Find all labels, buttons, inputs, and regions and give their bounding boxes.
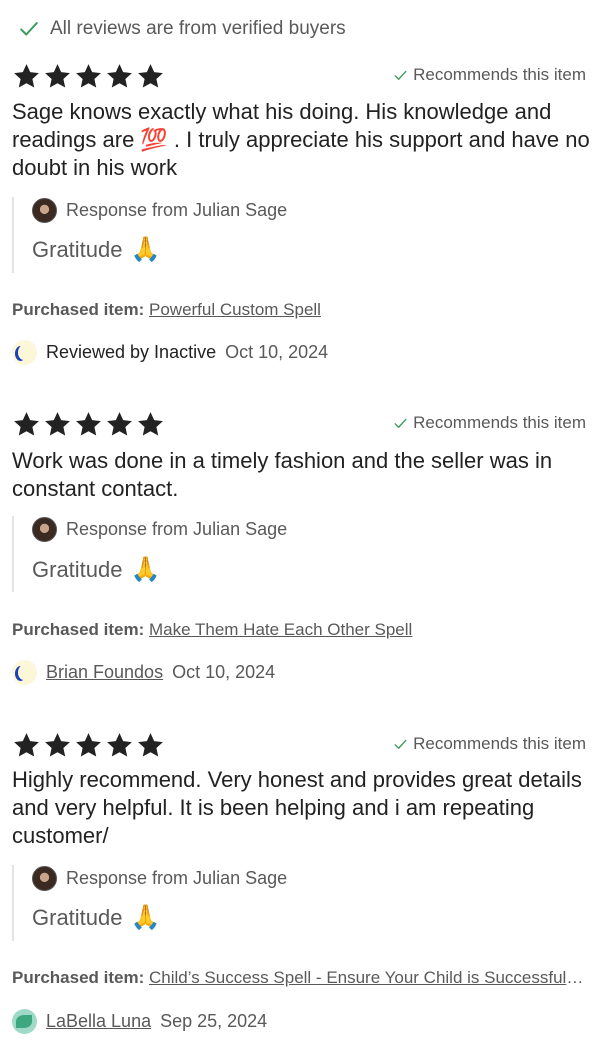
reviewer-info: Brian Foundos Oct 10, 2024: [12, 660, 275, 685]
star-icon: [136, 410, 165, 439]
review-card: Recommends this item Sage knows exactly …: [0, 60, 600, 370]
response-text: Gratitude: [32, 237, 123, 262]
check-icon: [393, 416, 408, 431]
star-icon: [105, 410, 134, 439]
star-icon: [12, 62, 41, 91]
response-from: Response from Julian Sage: [66, 519, 288, 539]
star-icon: [105, 62, 134, 91]
reviewer-name: Reviewed by Inactive: [46, 342, 217, 362]
review-date: Oct 10, 2024: [225, 342, 329, 362]
review-card: Recommends this item Highly recommend. V…: [0, 729, 600, 1039]
review-card: Recommends this item Work was done in a …: [0, 408, 600, 690]
response-from: Response from Julian Sage: [66, 200, 288, 220]
recommends-badge: Recommends this item: [393, 413, 586, 433]
star-rating: [12, 410, 165, 439]
seller-response: Response from Julian Sage Gratitude 🙏: [12, 516, 572, 592]
recommends-text: Recommends this item: [413, 413, 586, 432]
review-date: Oct 10, 2024: [172, 662, 276, 682]
praying-hands-icon: 🙏: [130, 236, 161, 263]
check-icon: [393, 737, 408, 752]
praying-hands-icon: 🙏: [130, 556, 161, 583]
seller-avatar: [32, 517, 57, 542]
star-icon: [12, 410, 41, 439]
recommends-badge: Recommends this item: [393, 734, 586, 754]
star-icon: [136, 62, 165, 91]
verified-buyers-banner: All reviews are from verified buyers: [18, 14, 346, 44]
reviewer-info: LaBella Luna Sep 25, 2024: [12, 1009, 267, 1034]
purchased-item-label: Purchased item:: [12, 300, 145, 319]
star-rating: [12, 62, 165, 91]
review-text: Work was done in a timely fashion and th…: [12, 448, 553, 501]
response-text: Gratitude: [32, 905, 123, 930]
purchased-item-label: Purchased item:: [12, 968, 145, 987]
star-icon: [136, 731, 165, 760]
reviewer-avatar: [12, 340, 37, 365]
reviewer-avatar: [12, 1009, 37, 1034]
purchased-item-link[interactable]: Powerful Custom Spell: [149, 300, 321, 319]
recommends-text: Recommends this item: [413, 734, 586, 753]
purchased-item: Purchased item: Child’s Success Spell - …: [12, 968, 588, 988]
praying-hands-icon: 🙏: [130, 904, 161, 931]
seller-avatar: [32, 198, 57, 223]
review-date: Sep 25, 2024: [160, 1011, 268, 1031]
moon-icon: [18, 345, 29, 360]
reviewer-avatar: [12, 660, 37, 685]
seller-response: Response from Julian Sage Gratitude 🙏: [12, 197, 572, 273]
star-icon: [74, 731, 103, 760]
seller-avatar: [32, 866, 57, 891]
purchased-item-label: Purchased item:: [12, 620, 145, 639]
star-icon: [43, 731, 72, 760]
moon-icon: [18, 665, 29, 680]
star-icon: [105, 731, 134, 760]
check-icon: [393, 68, 408, 83]
verified-buyers-text: All reviews are from verified buyers: [50, 18, 346, 39]
star-icon: [12, 731, 41, 760]
star-icon: [74, 62, 103, 91]
response-text: Gratitude: [32, 557, 123, 582]
review-text: Highly recommend. Very honest and provid…: [12, 767, 582, 848]
recommends-text: Recommends this item: [413, 65, 586, 84]
recommends-badge: Recommends this item: [393, 65, 586, 85]
leaf-icon: [16, 1015, 32, 1028]
reviewer-name-link[interactable]: LaBella Luna: [46, 1011, 151, 1032]
purchased-item-link[interactable]: Child’s Success Spell - Ensure Your Chil…: [149, 968, 588, 987]
reviewer-name-link[interactable]: Brian Foundos: [46, 662, 163, 683]
seller-response: Response from Julian Sage Gratitude 🙏: [12, 865, 572, 941]
star-icon: [43, 410, 72, 439]
response-from: Response from Julian Sage: [66, 868, 288, 888]
purchased-item-link[interactable]: Make Them Hate Each Other Spell: [149, 620, 412, 639]
check-icon: [18, 18, 40, 40]
star-icon: [43, 62, 72, 91]
purchased-item: Purchased item: Make Them Hate Each Othe…: [12, 620, 588, 640]
purchased-item: Purchased item: Powerful Custom Spell: [12, 300, 588, 320]
reviewer-info: Reviewed by Inactive Oct 10, 2024: [12, 340, 328, 365]
star-icon: [74, 410, 103, 439]
review-text: Sage knows exactly what his doing. His k…: [12, 99, 590, 180]
star-rating: [12, 731, 165, 760]
